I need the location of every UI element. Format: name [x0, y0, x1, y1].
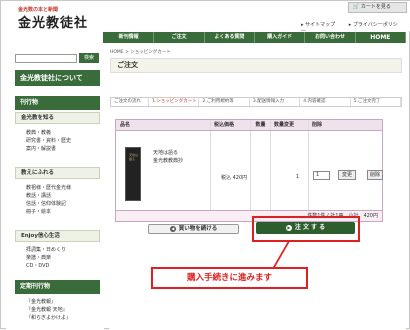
step-confirm: 4.内容確認 — [300, 98, 351, 106]
step-shipping: 3.配送情報入力 — [250, 98, 301, 106]
continue-shopping-button[interactable]: ◀ 買い物を続ける — [148, 224, 239, 234]
col-price: 税込価格 — [211, 120, 251, 130]
header: 金光数の本と新聞 金光教徒社 🛒 カートを見る ▸ サイトマップ ▸ プライバシ… — [1, 1, 410, 35]
periodicals-links: 『金光教報』 『金光教報 天地』 『和らぎよかけよ』 — [26, 298, 71, 322]
book-cover-image[interactable]: 天地は語る — [125, 147, 141, 201]
sidebar-link[interactable]: 楽譜・典楽 — [26, 254, 66, 262]
callout-connector — [272, 242, 290, 268]
publications-title: 刊行物 — [15, 96, 100, 110]
sitemap-link-label: サイトマップ — [305, 22, 336, 28]
sidebar-link[interactable]: 『金光教報 天地』 — [26, 306, 71, 314]
sidebar-link[interactable]: 教祖様・歴代金光様 — [26, 184, 71, 192]
sidebar-link[interactable]: 教典・教義 — [26, 129, 71, 137]
periodicals-title: 定期刊行物 — [15, 280, 100, 294]
col-qty-change: 数量変更 — [271, 120, 309, 130]
search-input[interactable] — [15, 54, 77, 63]
breadcrumb[interactable]: HOME > ショッピングカート — [110, 49, 171, 55]
group-teachings-title[interactable]: 教えにふれる — [15, 167, 100, 179]
callout-annotation: 購入手続きに進みます — [151, 267, 308, 289]
item-name-line1: 天地は語る — [153, 150, 179, 156]
group-enjoy-links: 拝詞集・日めくり 楽譜・典楽 CD・DVD — [26, 246, 66, 270]
table-row: 天地は語る 天地は語る 金光教教典抄 税込 420円 1 1 変更 削除 — [116, 131, 383, 211]
item-name-line2: 金光教教典抄 — [153, 158, 184, 164]
search-button[interactable]: 検索 — [79, 53, 99, 63]
place-order-button[interactable]: ▶ 注 文 す る — [256, 222, 355, 234]
group-know-links: 教典・教義 研究書・資料・歴史 案内・解説書 — [26, 129, 71, 153]
quantity-input[interactable]: 1 — [313, 171, 330, 180]
cart-button-label: カートを見る — [360, 4, 391, 10]
step-label: ご注文の流れ — [111, 98, 149, 106]
item-name[interactable]: 天地は語る 金光教教典抄 — [153, 149, 183, 165]
sitemap-link[interactable]: ▸ サイトマップ — [301, 22, 341, 28]
nav-new-releases[interactable]: 新刊情報 — [104, 32, 155, 43]
order-steps: ご注文の流れ 1.ショッピングカート 2.ご利用規約等 3.配送情報入力 4.内… — [110, 97, 402, 107]
site-logo[interactable]: 金光教徒社 — [18, 12, 88, 31]
sidebar: 検索 金光教徒社について 刊行物 金光教を知る 教典・教義 研究書・資料・歴史 … — [6, 46, 104, 330]
place-order-label: 注 文 す る — [294, 224, 326, 231]
change-quantity-button[interactable]: 変更 — [338, 170, 356, 180]
col-qty: 数量 — [251, 120, 271, 130]
nav-order[interactable]: ご注文 — [154, 32, 205, 43]
continue-shopping-label: 買い物を続ける — [178, 226, 218, 232]
main-content: HOME > ショッピングカート ご注文 ご注文の流れ 1.ショッピングカート … — [109, 46, 406, 330]
cart-table-header: 品名 税込価格 数量 数量変更 削除 — [116, 120, 382, 131]
sidebar-link[interactable]: 案内・解説書 — [26, 145, 71, 153]
book-cover-title: 天地は語る — [129, 153, 139, 161]
global-nav: 新刊情報 ご注文 よくある質問 購入ガイド お問い合わせ HOME — [6, 32, 406, 43]
group-know-title[interactable]: 金光教を知る — [15, 112, 100, 124]
sidebar-link[interactable]: 拝詞集・日めくり — [26, 246, 66, 254]
item-quantity: 1 — [296, 174, 300, 180]
sidebar-link[interactable]: 研究書・資料・歴史 — [26, 137, 71, 145]
nav-home[interactable]: HOME — [356, 32, 406, 43]
col-name: 品名 — [116, 120, 211, 130]
sidebar-link[interactable]: 教話・講話 — [26, 192, 71, 200]
page-title: ご注文 — [110, 58, 402, 73]
cart-table: 品名 税込価格 数量 数量変更 削除 天地は語る 天地は語る 金光教教典抄 税込… — [115, 119, 383, 222]
step-terms: 2.ご利用規約等 — [199, 98, 250, 106]
group-teachings-links: 教祖様・歴代金光様 教話・講話 信話・信仰体験記 冊子・絵本 — [26, 184, 71, 216]
group-enjoy-title[interactable]: Enjoy信心生活 — [15, 230, 100, 242]
sidebar-link[interactable]: 信話・信仰体験記 — [26, 200, 71, 208]
about-banner[interactable]: 金光教徒社について — [15, 70, 100, 86]
sidebar-link[interactable]: CD・DVD — [26, 262, 66, 270]
nav-faq[interactable]: よくある質問 — [205, 32, 255, 43]
item-price: 税込 420円 — [221, 175, 248, 181]
arrow-left-icon: ◀ — [169, 226, 176, 232]
nav-contact[interactable]: お問い合わせ — [305, 32, 356, 43]
sidebar-link[interactable]: 『和らぎよかけよ』 — [26, 314, 71, 322]
sidebar-link[interactable]: 『金光教報』 — [26, 298, 71, 306]
step-cart: 1.ショッピングカート — [149, 98, 200, 106]
arrow-right-icon: ▶ — [285, 225, 292, 231]
view-cart-button[interactable]: 🛒 カートを見る — [348, 2, 407, 13]
delete-item-button[interactable]: 削除 — [367, 170, 383, 180]
nav-spacer — [6, 32, 104, 43]
step-complete: 5.ご注文完了 — [351, 98, 402, 106]
page-frame: 金光数の本と新聞 金光教徒社 🛒 カートを見る ▸ サイトマップ ▸ プライバシ… — [0, 0, 410, 330]
col-delete: 削除 — [312, 122, 323, 128]
sidebar-link[interactable]: 冊子・絵本 — [26, 208, 71, 216]
nav-purchase-guide[interactable]: 購入ガイド — [255, 32, 306, 43]
